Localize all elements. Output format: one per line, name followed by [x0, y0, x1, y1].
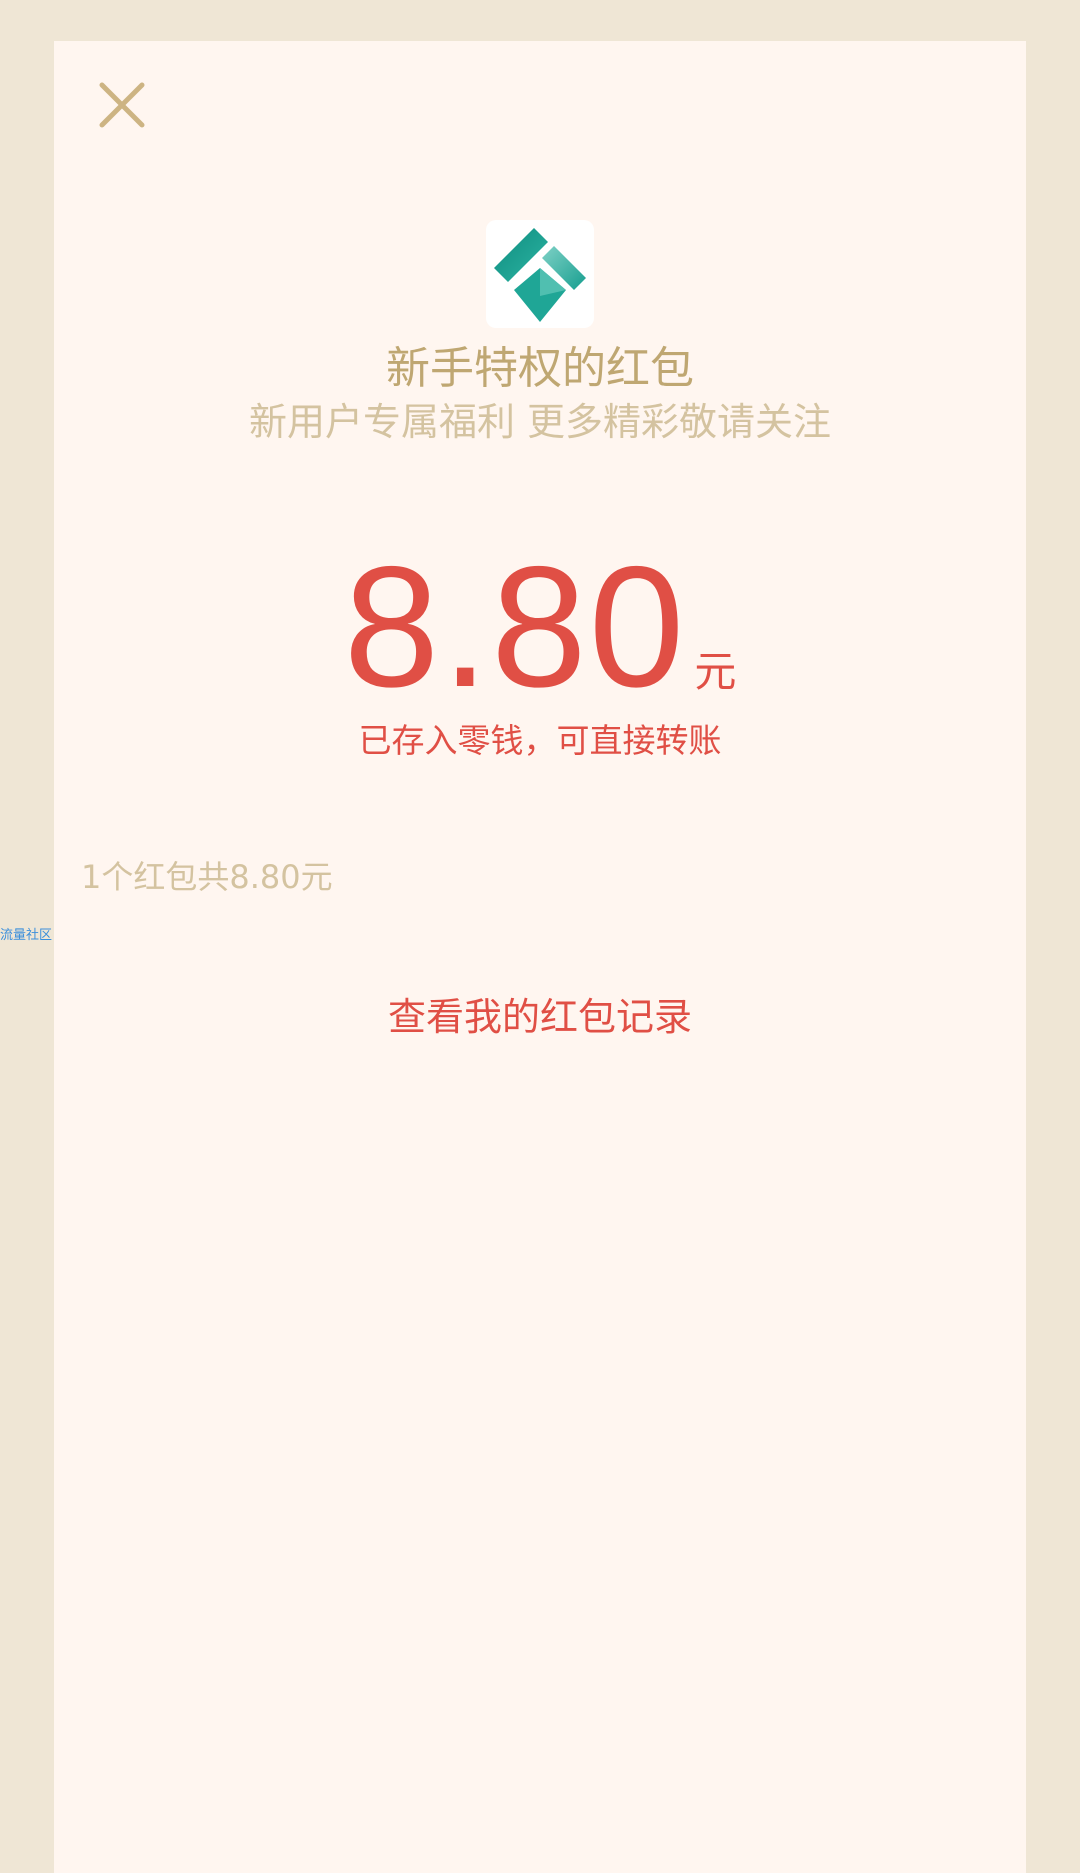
app-logo-icon — [494, 228, 586, 322]
view-records-link[interactable]: 查看我的红包记录 — [54, 989, 1026, 1045]
packet-subtitle: 新用户专属福利 更多精彩敬请关注 — [248, 400, 832, 444]
packet-summary: 1个红包共8.80元 — [81, 858, 333, 896]
close-icon — [99, 82, 145, 128]
amount-display: 8.80 元 — [54, 541, 1026, 713]
red-packet-panel: 新手特权的红包 新用户专属福利 更多精彩敬请关注 8.80 元 已存入零钱，可直接… — [54, 41, 1026, 1873]
amount-unit: 元 — [694, 647, 737, 696]
amount-value: 8.80 — [343, 531, 687, 723]
watermark-text: 流量社区 — [0, 928, 53, 943]
app-logo — [486, 220, 594, 328]
packet-title: 新手特权的红包 — [386, 343, 694, 394]
close-button[interactable] — [94, 77, 150, 133]
stored-note: 已存入零钱，可直接转账 — [358, 721, 722, 760]
